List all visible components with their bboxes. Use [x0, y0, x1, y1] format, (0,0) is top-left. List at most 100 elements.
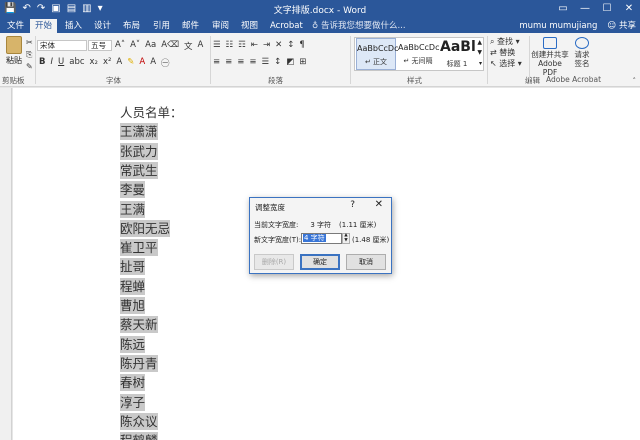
divider: [35, 36, 36, 84]
copy-icon[interactable]: ⎘: [26, 50, 32, 60]
ok-button[interactable]: 确定: [300, 254, 340, 270]
gallery-more-icon[interactable]: ▾: [479, 60, 482, 67]
divider: [487, 36, 488, 84]
subscript-icon[interactable]: x₂: [90, 57, 98, 69]
format-painter-icon[interactable]: ✎: [26, 62, 33, 71]
phonetic-icon[interactable]: 文: [184, 40, 193, 52]
strikethrough-icon[interactable]: abc: [69, 57, 84, 69]
minimize-icon[interactable]: —: [574, 0, 596, 18]
clear-format-icon[interactable]: A⌫: [161, 40, 179, 52]
font-name-select[interactable]: 宋体: [37, 40, 87, 51]
maximize-icon[interactable]: ☐: [596, 0, 618, 18]
ribbon-display-icon[interactable]: ▭: [552, 0, 574, 18]
numbering-icon[interactable]: ☷: [226, 40, 234, 50]
collapse-ribbon-icon[interactable]: ˄: [633, 77, 637, 85]
char-shading-icon[interactable]: A: [150, 57, 156, 69]
current-width-label: 当前文字宽度:: [254, 221, 299, 229]
bullets-icon[interactable]: ☰: [213, 40, 221, 50]
style-no-spacing[interactable]: AaBbCcDc ↵ 无间隔: [398, 38, 439, 70]
font-group-label: 字体: [106, 76, 121, 85]
tab-design[interactable]: 设计: [89, 19, 116, 33]
highlight-icon[interactable]: ✎: [127, 57, 134, 69]
justify-icon[interactable]: ≡: [249, 57, 256, 67]
delete-button[interactable]: 删除(R): [254, 254, 294, 270]
align-right-icon[interactable]: ≡: [237, 57, 244, 67]
help-icon[interactable]: ?: [350, 200, 355, 210]
paste-button[interactable]: 粘贴: [3, 36, 25, 66]
underline-icon[interactable]: U: [58, 57, 64, 69]
select-button[interactable]: ↖ 选择 ▾: [490, 58, 522, 69]
styles-group-label: 样式: [407, 76, 422, 85]
char-border-icon[interactable]: A: [198, 40, 204, 52]
request-signature-button[interactable]: 请求签名: [571, 37, 593, 68]
search-icon: ⌕: [490, 37, 498, 46]
divider: [210, 36, 211, 84]
name-line: 程蝉: [120, 278, 146, 295]
user-name[interactable]: mumu mumujiang: [519, 19, 597, 33]
tab-layout[interactable]: 布局: [118, 19, 145, 33]
gallery-scroll-down-icon[interactable]: ▼: [477, 49, 482, 56]
font-size-select[interactable]: 五号: [88, 40, 112, 51]
tab-home[interactable]: 开始: [30, 19, 58, 33]
grow-font-icon[interactable]: A˄: [115, 40, 125, 52]
tab-view[interactable]: 视图: [236, 19, 263, 33]
name-line: 陈众议: [120, 413, 158, 430]
superscript-icon[interactable]: x²: [103, 57, 111, 69]
shading-icon[interactable]: ◩: [286, 57, 294, 67]
paragraph-group-label: 段落: [268, 76, 283, 85]
tab-insert[interactable]: 插入: [60, 19, 87, 33]
create-pdf-button[interactable]: 创建并共享 Adobe PDF: [531, 37, 569, 77]
borders-icon[interactable]: ⊞: [299, 57, 306, 67]
increase-indent-icon[interactable]: ⇥: [263, 40, 270, 50]
signature-icon: [575, 37, 589, 49]
change-case-icon[interactable]: Aa: [145, 40, 156, 52]
show-marks-icon[interactable]: ¶: [299, 40, 304, 50]
font-color-icon[interactable]: A: [139, 57, 145, 69]
find-button[interactable]: ⌕ 查找 ▾: [490, 36, 522, 47]
name-line: 欧阳无忌: [120, 220, 171, 237]
paragraph-row2: ≡ ≡ ≡ ≡ ☰ ↕ ◩ ⊞: [213, 57, 306, 67]
divider: [529, 36, 530, 84]
gallery-scroll-up-icon[interactable]: ▲: [477, 39, 482, 46]
tab-mailings[interactable]: 邮件: [177, 19, 204, 33]
shrink-font-icon[interactable]: A˅: [130, 40, 140, 52]
close-icon[interactable]: ✕: [618, 0, 640, 18]
tab-references[interactable]: 引用: [148, 19, 175, 33]
line-spacing-icon[interactable]: ↕: [274, 57, 281, 67]
font-size-controls: A˄ A˅ Aa A⌫ 文 A: [115, 40, 203, 52]
style-normal[interactable]: AaBbCcDc ↵ 正文: [356, 38, 398, 70]
align-left-icon[interactable]: ≡: [213, 57, 220, 67]
divider: [350, 36, 351, 84]
paragraph-row1: ☰ ☷ ☶ ⇤ ⇥ ✕ ↕ ¶: [213, 40, 305, 50]
chinese-layout-icon[interactable]: ✕: [275, 40, 282, 50]
name-line: 王潇潇: [120, 123, 158, 140]
tab-acrobat[interactable]: Acrobat: [265, 19, 308, 33]
name-line: 张武力: [120, 143, 158, 160]
tell-me-search[interactable]: ♁ 告诉我您想要做什么...: [312, 19, 406, 33]
person-icon: ☺: [607, 21, 617, 31]
decrease-indent-icon[interactable]: ⇤: [251, 40, 258, 50]
bold-icon[interactable]: B: [39, 57, 45, 69]
multilevel-list-icon[interactable]: ☶: [238, 40, 246, 50]
sort-icon[interactable]: ↕: [287, 40, 294, 50]
name-line: 常武生: [120, 162, 158, 179]
tab-file[interactable]: 文件: [2, 19, 29, 33]
italic-icon[interactable]: I: [50, 57, 53, 69]
width-spinner[interactable]: ▲ ▼: [342, 233, 350, 244]
cut-icon[interactable]: ✂: [26, 38, 33, 47]
window-controls: ▭ — ☐ ✕: [552, 0, 640, 18]
close-icon[interactable]: ✕: [375, 199, 383, 210]
styles-gallery: AaBbCcDc ↵ 正文 AaBbCcDc ↵ 无间隔 AaBl 标题 1 ▲…: [354, 37, 484, 71]
distributed-icon[interactable]: ☰: [262, 57, 270, 67]
text-effects-icon[interactable]: A: [116, 57, 122, 69]
name-line: 春树: [120, 374, 146, 391]
style-heading1[interactable]: AaBl 标题 1: [440, 38, 476, 70]
tab-review[interactable]: 审阅: [207, 19, 234, 33]
share-button[interactable]: ☺ 共享: [607, 19, 636, 33]
align-center-icon[interactable]: ≡: [225, 57, 232, 67]
enclose-char-icon[interactable]: ㊀: [161, 57, 170, 69]
checkmark-icon: ↵: [403, 57, 410, 65]
new-width-input[interactable]: 4 字符: [301, 233, 342, 244]
replace-button[interactable]: ⇄ 替换: [490, 47, 522, 58]
cancel-button[interactable]: 取消: [346, 254, 386, 270]
